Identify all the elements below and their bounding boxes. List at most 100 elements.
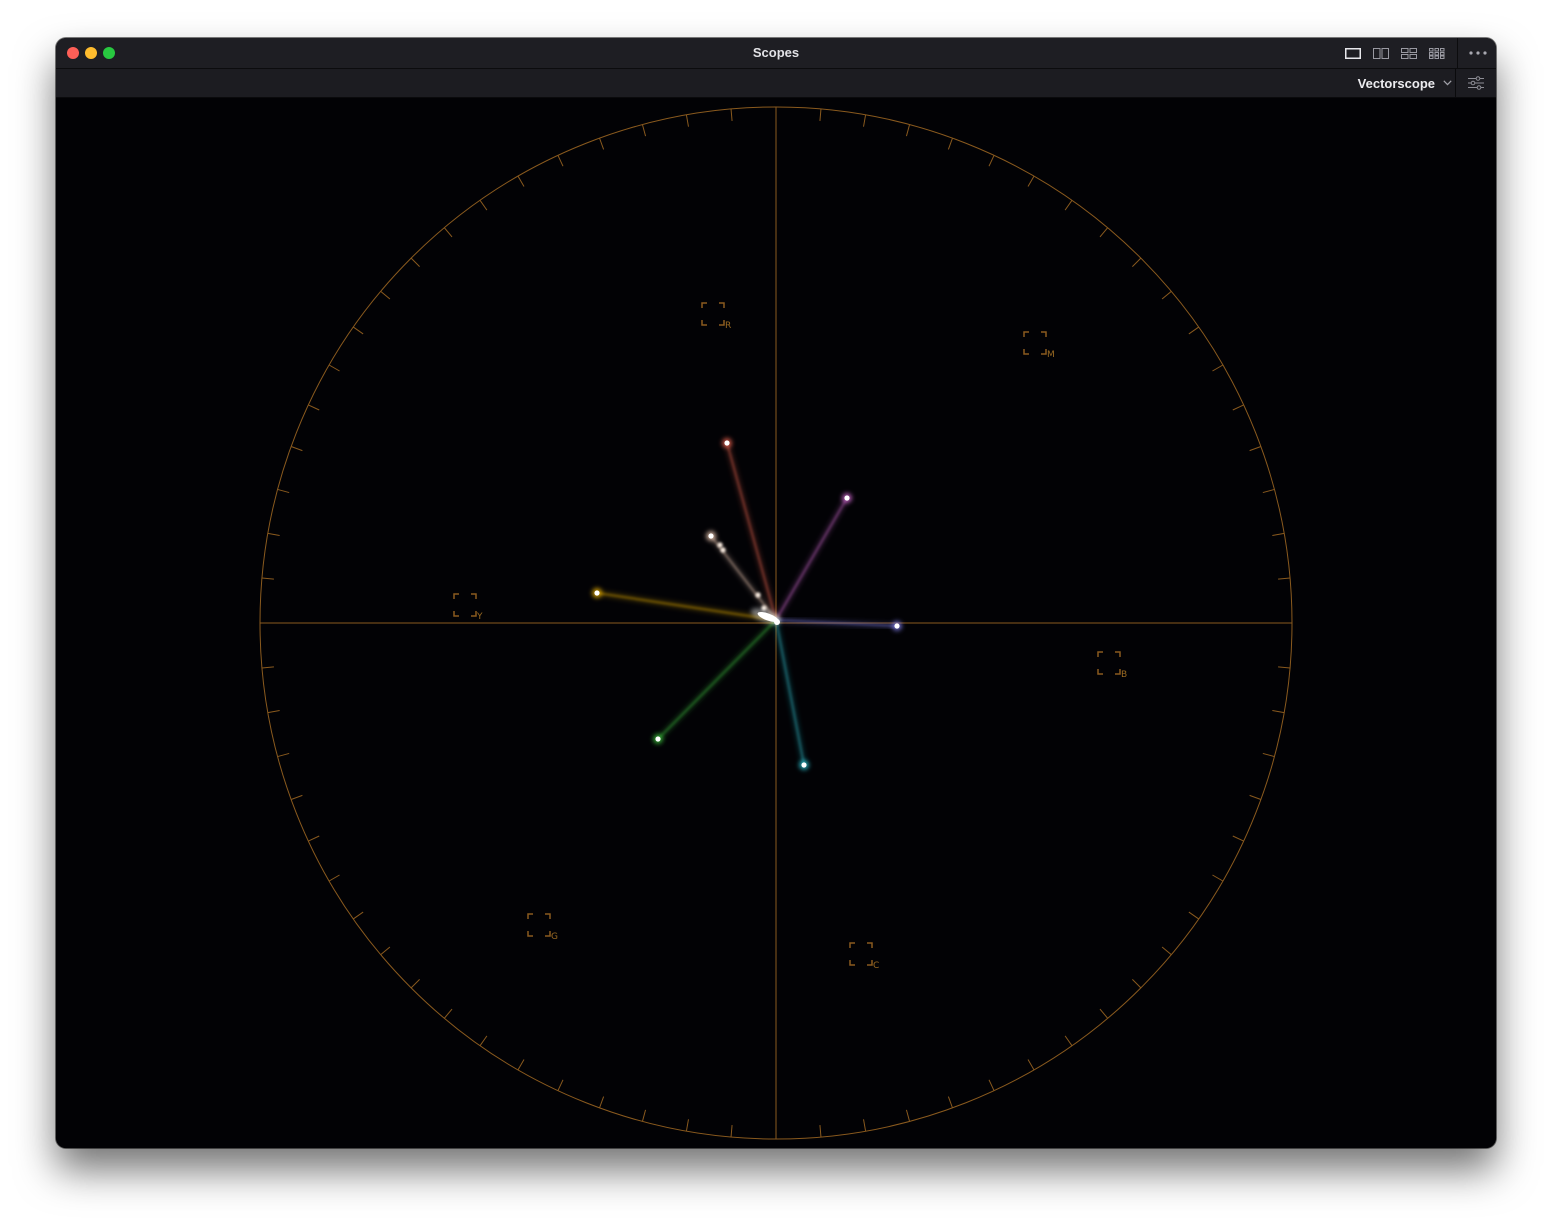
- graticule-tick: [261, 666, 274, 669]
- target-label: G: [551, 932, 558, 942]
- blue-trace: [773, 617, 902, 631]
- graticule-tick: [947, 137, 953, 150]
- graticule-tick: [517, 175, 525, 187]
- graticule-tick: [599, 137, 605, 150]
- scopes-window: Scopes Vectorscope R M Y B G C: [56, 38, 1496, 1148]
- graticule-tick: [1161, 946, 1172, 956]
- graticule-tick: [1249, 794, 1262, 800]
- target-label: R: [725, 321, 731, 331]
- scope-settings-button[interactable]: [1456, 69, 1496, 97]
- graticule-tick: [1272, 532, 1285, 536]
- graticule-tick: [328, 364, 340, 372]
- graticule-tick: [557, 155, 564, 167]
- graticule-tick: [730, 108, 733, 121]
- target-label: C: [873, 961, 879, 971]
- graticule-tick: [517, 1059, 525, 1071]
- graticule-tick: [1272, 710, 1285, 714]
- dual-layout-icon: [1373, 47, 1389, 59]
- target-box-c: C: [849, 942, 879, 971]
- graticule-tick: [819, 108, 822, 121]
- graticule-tick: [443, 1008, 453, 1019]
- title-bar: Scopes: [56, 38, 1496, 69]
- target-label: M: [1047, 350, 1055, 360]
- graticule-tick: [863, 1119, 867, 1132]
- target-box-r: R: [701, 302, 731, 331]
- scope-type-dropdown[interactable]: Vectorscope: [1358, 69, 1452, 97]
- scope-toolbar: Vectorscope: [56, 69, 1496, 98]
- graticule-tick: [685, 1119, 689, 1132]
- graticule-tick: [1027, 1059, 1035, 1071]
- grid-layout-icon: [1429, 47, 1445, 59]
- graticule-tick: [1278, 577, 1291, 580]
- graticule-tick: [479, 200, 488, 211]
- scope-type-label: Vectorscope: [1357, 75, 1435, 91]
- more-options-button[interactable]: [1460, 38, 1496, 68]
- graticule-tick: [353, 911, 364, 920]
- graticule-tick: [308, 835, 320, 842]
- target-label: B: [1121, 670, 1127, 680]
- target-box-b: B: [1097, 651, 1127, 680]
- graticule-tick: [1161, 290, 1172, 300]
- graticule-tick: [290, 794, 303, 800]
- graticule-tick: [410, 979, 420, 989]
- window-title: Scopes: [752, 45, 800, 60]
- graticule-tick: [1064, 200, 1073, 211]
- single-layout-button[interactable]: [1339, 38, 1367, 68]
- grid-layout-button[interactable]: [1423, 38, 1451, 68]
- graticule-tick: [1188, 326, 1199, 335]
- target-box-y: Y: [453, 593, 483, 622]
- graticule-tick: [685, 114, 689, 127]
- graticule-tick: [947, 1096, 953, 1109]
- graticule-tick: [380, 946, 391, 956]
- graticule-tick: [1262, 488, 1275, 494]
- ellipsis-icon: [1469, 51, 1487, 55]
- layout-buttons: [1339, 38, 1496, 68]
- graticule-tick: [353, 326, 364, 335]
- graticule-tick: [410, 257, 420, 267]
- graticule-tick: [1099, 1008, 1109, 1019]
- graticule-tick: [1262, 752, 1275, 758]
- graticule-tick: [267, 710, 280, 714]
- sliders-icon: [1468, 76, 1484, 90]
- graticule-tick: [261, 577, 274, 580]
- graticule-tick: [1232, 404, 1244, 411]
- chevron-down-icon: [1443, 80, 1452, 86]
- cyan-trace: [773, 617, 809, 770]
- target-box-m: M: [1023, 331, 1055, 360]
- graticule-tick: [267, 532, 280, 536]
- graticule-tick: [599, 1096, 605, 1109]
- vectorscope-display: R M Y B G C: [56, 98, 1496, 1148]
- graticule-tick: [988, 1079, 995, 1091]
- vectorscope-graticule: R M Y B G C: [259, 106, 1293, 1140]
- graticule-tick: [1249, 446, 1262, 452]
- graticule-tick: [905, 1109, 911, 1122]
- graticule-tick: [557, 1079, 564, 1091]
- graticule-tick: [277, 752, 290, 758]
- graticule-tick: [443, 227, 453, 238]
- graticule-tick: [277, 488, 290, 494]
- red-trace: [722, 438, 779, 623]
- graticule-tick: [819, 1125, 822, 1138]
- graticule-tick: [1232, 835, 1244, 842]
- graticule-tick: [380, 290, 391, 300]
- graticule-tick: [905, 124, 911, 137]
- graticule-tick: [641, 124, 647, 137]
- graticule-tick: [1212, 874, 1224, 882]
- magenta-trace: [773, 493, 852, 623]
- quad-layout-button[interactable]: [1395, 38, 1423, 68]
- graticule-tick: [290, 446, 303, 452]
- dual-layout-button[interactable]: [1367, 38, 1395, 68]
- graticule-tick: [730, 1125, 733, 1138]
- graticule-tick: [641, 1109, 647, 1122]
- graticule-tick: [479, 1035, 488, 1046]
- graticule-tick: [988, 155, 995, 167]
- layout-divider: [1457, 38, 1458, 68]
- green-trace: [653, 617, 779, 744]
- yellow-trace: [592, 588, 779, 623]
- target-box-g: G: [527, 913, 558, 942]
- graticule-tick: [1132, 979, 1142, 989]
- graticule-tick: [1278, 666, 1291, 669]
- quad-layout-icon: [1401, 47, 1417, 59]
- graticule-tick: [308, 404, 320, 411]
- graticule-tick: [1027, 175, 1035, 187]
